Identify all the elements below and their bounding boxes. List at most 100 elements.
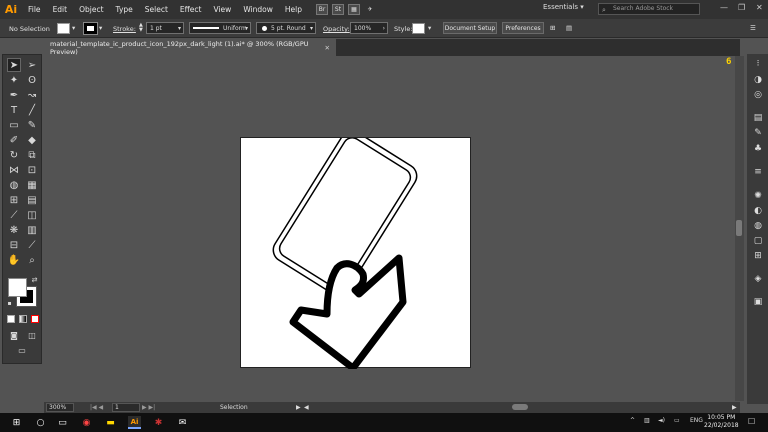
document-setup-button[interactable]: Document Setup <box>443 22 497 34</box>
menu-select[interactable]: Select <box>139 5 174 14</box>
current-tool-status[interactable]: Selection <box>220 404 248 411</box>
stock-search-input[interactable]: ⌕ Search Adobe Stock <box>598 3 700 15</box>
variable-width-profile[interactable]: Uniform ▾ <box>189 22 251 34</box>
arrange-documents-icon[interactable]: ▦ <box>348 4 360 15</box>
mail-icon[interactable]: ✉ <box>176 416 189 429</box>
rotate-tool-icon[interactable]: ↻ <box>7 148 21 162</box>
appearance-panel-icon[interactable]: ✺ <box>752 190 764 202</box>
fill-swatch[interactable] <box>8 278 27 297</box>
menu-effect[interactable]: Effect <box>174 5 208 14</box>
none-mode-icon[interactable] <box>31 315 39 323</box>
opacity-input[interactable]: 100% › <box>350 22 388 34</box>
hand-shape[interactable] <box>289 254 407 372</box>
hand-tool-icon[interactable]: ✋ <box>7 253 21 267</box>
pen-tool-icon[interactable]: ✒ <box>7 88 21 102</box>
stroke-color-swatch[interactable] <box>83 22 98 35</box>
color-panel-icon[interactable]: ◑ <box>752 74 764 86</box>
slice-tool-icon[interactable]: ⟋ <box>25 238 39 252</box>
graphic-style-swatch[interactable] <box>412 23 425 34</box>
gradient-tool-icon[interactable]: ▤ <box>25 193 39 207</box>
zoom-tool-icon[interactable]: ⌕ <box>25 253 39 267</box>
draw-normal-icon[interactable]: ◙ <box>7 328 21 342</box>
zoom-level-input[interactable]: 300% <box>46 403 74 412</box>
product-icon-artwork[interactable] <box>241 130 472 372</box>
column-graph-tool-icon[interactable]: ▥ <box>25 223 39 237</box>
bridge-icon[interactable]: Br <box>316 4 328 15</box>
task-view-icon[interactable]: ▭ <box>56 416 69 429</box>
symbol-sprayer-tool-icon[interactable]: ❋ <box>7 223 21 237</box>
selection-tool-icon[interactable]: ➤ <box>7 58 21 72</box>
status-menu-icon[interactable]: ▶ <box>296 404 301 411</box>
clock[interactable]: 10:05 PM 22/02/2018 <box>704 414 739 430</box>
stroke-weight-input[interactable]: 1 pt ▾ <box>146 22 184 34</box>
menu-type[interactable]: Type <box>110 5 139 14</box>
scroll-right-icon[interactable]: ▶ <box>732 404 737 411</box>
volume-icon[interactable]: ◄) <box>658 417 665 424</box>
properties-panel-icon[interactable]: ⁝ <box>752 58 764 70</box>
direct-selection-tool-icon[interactable]: ➢ <box>25 58 39 72</box>
menu-window[interactable]: Window <box>237 5 279 14</box>
file-explorer-icon[interactable]: ▬ <box>104 416 117 429</box>
color-guide-icon[interactable]: ◎ <box>752 89 764 101</box>
rectangle-tool-icon[interactable]: ▭ <box>7 118 21 132</box>
blend-tool-icon[interactable]: ◫ <box>25 208 39 222</box>
swap-fill-stroke-icon[interactable]: ⇄ <box>30 275 39 284</box>
change-screen-mode-icon[interactable]: ▭ <box>15 343 29 357</box>
fill-color-swatch[interactable] <box>57 23 70 34</box>
align-icon[interactable]: ⊞ <box>550 24 555 32</box>
notification-icon[interactable]: ☐ <box>748 417 755 426</box>
search-icon[interactable]: ○ <box>34 416 47 429</box>
vertical-scroll-thumb[interactable] <box>736 220 742 236</box>
artboard[interactable] <box>240 130 472 372</box>
free-transform-tool-icon[interactable]: ⊡ <box>25 163 39 177</box>
preferences-button[interactable]: Preferences <box>502 22 544 34</box>
shape-builder-tool-icon[interactable]: ◍ <box>7 178 21 192</box>
swatches-panel-icon[interactable]: ▤ <box>752 112 764 124</box>
perspective-grid-tool-icon[interactable]: ▦ <box>25 178 39 192</box>
input-language[interactable]: ENG <box>690 417 703 424</box>
style-dropdown-icon[interactable]: ▾ <box>428 24 431 32</box>
artboard-tool-icon[interactable]: ⊟ <box>7 238 21 252</box>
restore-button[interactable]: ❐ <box>738 3 745 12</box>
fill-dropdown-icon[interactable]: ▾ <box>72 24 75 32</box>
tray-expand-icon[interactable]: ^ <box>630 417 635 424</box>
close-button[interactable]: ✕ <box>756 3 763 12</box>
battery-icon[interactable]: ▭ <box>674 417 680 424</box>
menu-edit[interactable]: Edit <box>47 5 74 14</box>
align-panel-icon[interactable]: ⊞ <box>752 250 764 262</box>
menu-help[interactable]: Help <box>279 5 308 14</box>
stroke-dropdown-icon[interactable]: ▾ <box>99 24 102 32</box>
panel-menu-icon[interactable] <box>752 286 764 298</box>
app-icon[interactable]: ✱ <box>152 416 165 429</box>
default-fill-stroke-icon[interactable]: ▪ <box>5 299 14 308</box>
chrome-icon[interactable]: ◉ <box>80 416 93 429</box>
workspace-switcher[interactable]: Essentials ▾ <box>543 3 584 11</box>
artboard-number-input[interactable]: 1 <box>112 403 140 412</box>
transform-icon[interactable]: ▤ <box>566 24 572 32</box>
transparency-panel-icon[interactable]: ◍ <box>752 220 764 232</box>
brushes-panel-icon[interactable]: ✎ <box>752 127 764 139</box>
stroke-stepper[interactable]: ▲ ▼ <box>139 23 143 33</box>
shaper-tool-icon[interactable]: ✐ <box>7 133 21 147</box>
network-icon[interactable]: ▥ <box>644 417 650 424</box>
close-tab-icon[interactable]: ✕ <box>325 44 330 52</box>
control-bar-menu-icon[interactable]: ☰ <box>750 24 756 32</box>
scale-tool-icon[interactable]: ⧉ <box>25 148 39 162</box>
width-tool-icon[interactable]: ⋈ <box>7 163 21 177</box>
type-tool-icon[interactable]: T <box>7 103 21 117</box>
layers-panel-icon[interactable]: ◈ <box>752 273 764 285</box>
gradient-mode-icon[interactable] <box>19 315 27 323</box>
brush-definition[interactable]: 5 pt. Round ▾ <box>256 22 316 34</box>
eraser-tool-icon[interactable]: ◆ <box>25 133 39 147</box>
windows-start-icon[interactable]: ⊞ <box>10 416 23 429</box>
stroke-panel-icon[interactable]: ≡ <box>752 166 764 178</box>
mesh-tool-icon[interactable]: ⊞ <box>7 193 21 207</box>
menu-file[interactable]: File <box>22 5 47 14</box>
scroll-left-icon[interactable]: ◀ <box>304 404 309 411</box>
paintbrush-tool-icon[interactable]: ✎ <box>25 118 39 132</box>
first-artboard-button[interactable]: |◀ ◀ <box>90 404 103 411</box>
next-artboard-button[interactable]: ▶ ▶| <box>142 404 155 411</box>
graphic-styles-icon[interactable]: ◐ <box>752 205 764 217</box>
menu-view[interactable]: View <box>208 5 238 14</box>
gpu-performance-icon[interactable]: ✈ <box>364 4 376 15</box>
